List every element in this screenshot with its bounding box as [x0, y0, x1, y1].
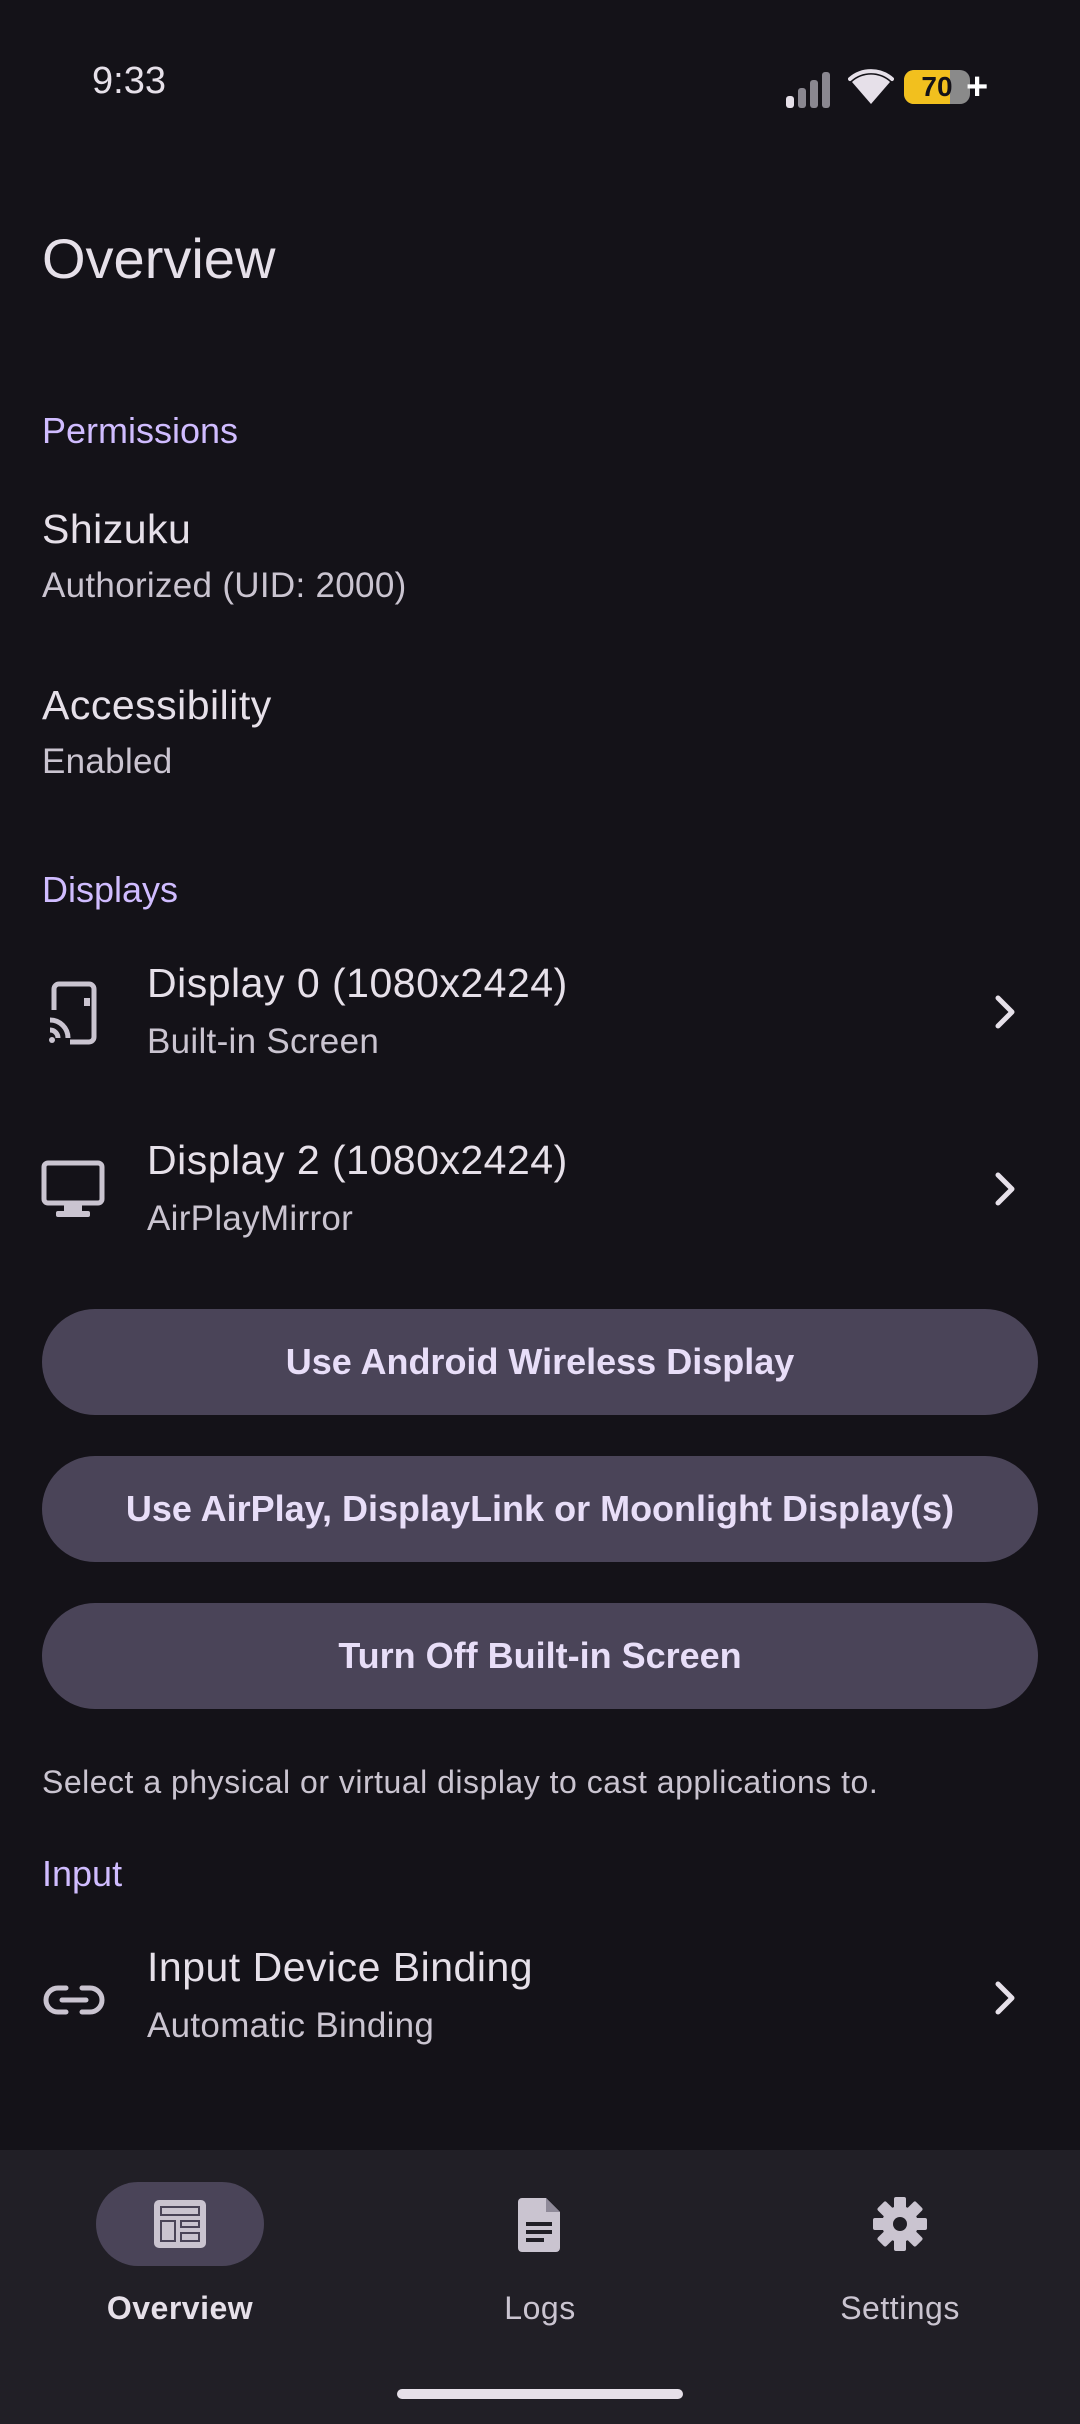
wifi-icon [848, 69, 894, 104]
status-bar: 9:33 70 + [0, 0, 1080, 170]
section-header-input: Input [42, 1853, 123, 1894]
chevron-right-icon [995, 995, 1015, 1029]
displays-hint: Select a physical or virtual display to … [42, 1764, 879, 1800]
permission-title: Accessibility [42, 682, 272, 728]
status-icons: 70 + [784, 66, 1004, 110]
input-device-binding-item[interactable]: Input Device Binding Automatic Binding [0, 1934, 1080, 2064]
battery-level-text: 70 [921, 71, 953, 102]
monitor-icon [41, 1160, 105, 1217]
dashboard-icon [154, 2200, 206, 2248]
input-subtitle: Automatic Binding [147, 2006, 435, 2045]
display-title: Display 2 (1080x2424) [147, 1137, 568, 1183]
nav-item-logs[interactable]: Logs [360, 2150, 720, 2380]
display-subtitle: AirPlayMirror [147, 1199, 354, 1238]
turn-off-built-in-screen-button[interactable]: Turn Off Built-in Screen [42, 1603, 1038, 1709]
nav-item-overview[interactable]: Overview [0, 2150, 360, 2380]
section-header-permissions: Permissions [42, 410, 239, 451]
permission-item-shizuku[interactable]: Shizuku Authorized (UID: 2000) [0, 500, 1080, 620]
chevron-right-icon [995, 1981, 1015, 2015]
permission-status: Authorized (UID: 2000) [42, 566, 407, 605]
link-icon [43, 1985, 105, 2015]
use-airplay-displaylink-moonlight-button[interactable]: Use AirPlay, DisplayLink or Moonlight Di… [42, 1456, 1038, 1562]
nav-label: Logs [504, 2290, 576, 2326]
nav-label: Settings [840, 2290, 960, 2326]
signal-icon [786, 72, 830, 108]
input-title: Input Device Binding [147, 1944, 534, 1990]
document-icon [518, 2198, 560, 2252]
permission-title: Shizuku [42, 506, 192, 552]
home-indicator[interactable] [397, 2389, 683, 2399]
cast-phone-icon [48, 981, 97, 1046]
display-title: Display 0 (1080x2424) [147, 960, 568, 1006]
use-android-wireless-display-button[interactable]: Use Android Wireless Display [42, 1309, 1038, 1415]
display-item-0[interactable]: Display 0 (1080x2424) Built-in Screen [0, 950, 1080, 1080]
gear-icon [873, 2197, 927, 2251]
chevron-right-icon [995, 1172, 1015, 1206]
display-subtitle: Built-in Screen [147, 1022, 380, 1061]
status-time: 9:33 [92, 60, 166, 102]
charging-plus-icon: + [966, 66, 989, 108]
battery-icon: 70 + [904, 66, 988, 108]
page-title: Overview [42, 227, 276, 290]
nav-item-settings[interactable]: Settings [720, 2150, 1080, 2380]
section-header-displays: Displays [42, 869, 179, 910]
nav-label: Overview [106, 2290, 254, 2326]
permission-status: Enabled [42, 742, 173, 781]
display-item-2[interactable]: Display 2 (1080x2424) AirPlayMirror [0, 1127, 1080, 1257]
bottom-navigation: Overview Logs Settings [0, 2150, 1080, 2424]
permission-item-accessibility[interactable]: Accessibility Enabled [0, 676, 1080, 796]
